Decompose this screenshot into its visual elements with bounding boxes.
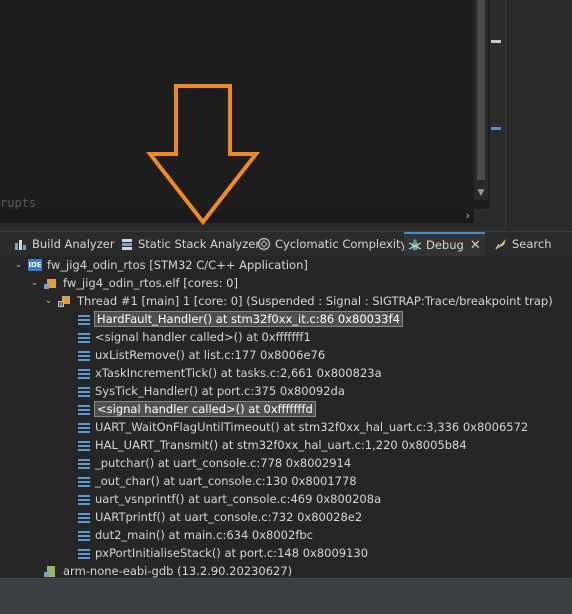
- stack-frame-icon: [78, 548, 90, 559]
- overview-ruler[interactable]: [490, 0, 502, 209]
- stack-frame-icon: [78, 494, 90, 505]
- panel-divider: [505, 0, 506, 230]
- chevron-down-icon[interactable]: ⌄: [30, 278, 39, 288]
- debug-icon: [408, 238, 422, 252]
- search-icon: [494, 237, 508, 251]
- editor-horizontal-scrollbar[interactable]: ›: [0, 209, 474, 223]
- tab-cyclomatic-complexity[interactable]: Cyclomatic Complexity: [253, 232, 411, 256]
- stack-frame-icon: [78, 314, 90, 325]
- stack-frame-label: <signal handler called>() at 0xfffffff1: [95, 330, 311, 344]
- stack-frame-icon: [78, 458, 90, 469]
- stack-frame-label: HAL_UART_Transmit() at stm32f0xx_hal_uar…: [95, 438, 467, 452]
- stack-frame-label: _out_char() at uart_console.c:130 0x8001…: [95, 474, 357, 488]
- thread-label: Thread #1 [main] 1 [core: 0] (Suspended …: [77, 294, 553, 308]
- status-bar: [0, 578, 572, 614]
- thread-suspended-icon: [58, 295, 72, 308]
- tab-label: Cyclomatic Complexity: [275, 237, 408, 251]
- stack-frame-label: <signal handler called>() at 0xfffffffd: [94, 401, 316, 417]
- close-icon[interactable]: ✕: [470, 238, 481, 253]
- chevron-down-icon[interactable]: ⌄: [14, 260, 23, 270]
- stack-frame-row[interactable]: _putchar() at uart_console.c:778 0x80029…: [78, 454, 351, 472]
- stack-frame-label: UART_WaitOnFlagUntilTimeout() at stm32f0…: [95, 420, 529, 434]
- stack-frame-row[interactable]: HardFault_Handler() at stm32f0xx_it.c:86…: [78, 310, 403, 328]
- stack-frame-label: UARTprintf() at uart_console.c:732 0x800…: [95, 510, 363, 524]
- tab-label: Build Analyzer: [32, 237, 115, 251]
- stack-frame-icon: [78, 332, 90, 343]
- process-icon: [44, 277, 58, 290]
- scroll-down-icon[interactable]: ▼: [474, 188, 488, 198]
- stack-analyzer-icon: [120, 237, 134, 251]
- stack-frame-label: _putchar() at uart_console.c:778 0x80029…: [95, 456, 352, 470]
- build-analyzer-icon: [14, 237, 28, 251]
- editor-text-fragment: rupts: [0, 196, 37, 210]
- launch-label: fw_jig4_odin_rtos [STM32 C/C++ Applicati…: [47, 258, 308, 272]
- stack-frame-label: SysTick_Handler() at port.c:375 0x80092d…: [95, 384, 345, 398]
- gdb-process-icon: [44, 565, 58, 578]
- ide-launch-icon: IDE: [28, 259, 42, 271]
- stack-frame-icon: [78, 350, 90, 361]
- elf-label: fw_jig4_odin_rtos.elf [cores: 0]: [63, 276, 238, 290]
- stack-frame-icon: [78, 476, 90, 487]
- editor-vertical-scrollbar[interactable]: ▼: [474, 0, 488, 200]
- tree-thread-node[interactable]: ⌄ Thread #1 [main] 1 [core: 0] (Suspende…: [44, 292, 553, 310]
- stack-frame-label: uart_vsnprintf() at uart_console.c:469 0…: [95, 492, 382, 506]
- debug-view: ⌄ IDE fw_jig4_odin_rtos [STM32 C/C++ App…: [0, 256, 572, 578]
- stack-frame-label: xTaskIncrementTick() at tasks.c:2,661 0x…: [95, 366, 382, 380]
- tab-static-stack-analyzer[interactable]: Static Stack Analyzer: [116, 232, 264, 256]
- stack-frame-row[interactable]: HAL_UART_Transmit() at stm32f0xx_hal_uar…: [78, 436, 467, 454]
- status-divider: [0, 578, 572, 579]
- stack-frame-row[interactable]: pxPortInitialiseStack() at port.c:148 0x…: [78, 544, 368, 562]
- stack-frame-icon: [78, 440, 90, 451]
- scrollbar-thumb[interactable]: [477, 0, 485, 180]
- stack-frame-row[interactable]: xTaskIncrementTick() at tasks.c:2,661 0x…: [78, 364, 382, 382]
- stack-frame-icon: [78, 404, 90, 415]
- tab-search[interactable]: Search: [490, 232, 556, 256]
- tab-label: Static Stack Analyzer: [138, 237, 261, 251]
- view-tab-bar: Build Analyzer Static Stack Analyzer Cyc…: [0, 231, 572, 257]
- stack-frame-row[interactable]: <signal handler called>() at 0xfffffff1: [78, 328, 311, 346]
- gdb-label: arm-none-eabi-gdb (13.2.90.20230627): [63, 564, 293, 578]
- stack-frame-row[interactable]: uart_vsnprintf() at uart_console.c:469 0…: [78, 490, 381, 508]
- stack-frame-row[interactable]: UARTprintf() at uart_console.c:732 0x800…: [78, 508, 362, 526]
- complexity-icon: [257, 237, 271, 251]
- editor-area[interactable]: rupts: [0, 0, 490, 210]
- stack-frame-icon: [78, 368, 90, 379]
- stack-frame-icon: [78, 422, 90, 433]
- stack-frame-row[interactable]: _out_char() at uart_console.c:130 0x8001…: [78, 472, 357, 490]
- tab-debug[interactable]: Debug ✕: [404, 232, 485, 256]
- tab-label: Debug: [426, 238, 464, 252]
- ruler-marker[interactable]: [491, 40, 501, 43]
- stack-frame-icon: [78, 512, 90, 523]
- stack-frame-icon: [78, 386, 90, 397]
- stack-frame-row[interactable]: <signal handler called>() at 0xfffffffd: [78, 400, 316, 418]
- tree-elf-node[interactable]: ⌄ fw_jig4_odin_rtos.elf [cores: 0]: [30, 274, 238, 292]
- chevron-down-icon[interactable]: ⌄: [44, 296, 53, 306]
- ruler-marker-current[interactable]: [491, 127, 501, 130]
- stack-frame-label: dut2_main() at main.c:634 0x8002fbc: [95, 528, 313, 542]
- tab-build-analyzer[interactable]: Build Analyzer: [10, 232, 119, 256]
- stack-frame-label: HardFault_Handler() at stm32f0xx_it.c:86…: [94, 311, 403, 327]
- stack-frame-label: uxListRemove() at list.c:177 0x8006e76: [95, 348, 326, 362]
- scroll-right-icon[interactable]: ›: [466, 209, 470, 222]
- stack-frame-row[interactable]: UART_WaitOnFlagUntilTimeout() at stm32f0…: [78, 418, 528, 436]
- right-side-panel: [502, 0, 572, 230]
- stack-frame-row[interactable]: SysTick_Handler() at port.c:375 0x80092d…: [78, 382, 345, 400]
- tab-label: Search: [512, 237, 552, 251]
- stack-frame-row[interactable]: dut2_main() at main.c:634 0x8002fbc: [78, 526, 313, 544]
- tree-launch-node[interactable]: ⌄ IDE fw_jig4_odin_rtos [STM32 C/C++ App…: [14, 256, 308, 274]
- stack-frame-icon: [78, 530, 90, 541]
- stack-frame-row[interactable]: uxListRemove() at list.c:177 0x8006e76: [78, 346, 325, 364]
- stack-frame-label: pxPortInitialiseStack() at port.c:148 0x…: [95, 546, 369, 560]
